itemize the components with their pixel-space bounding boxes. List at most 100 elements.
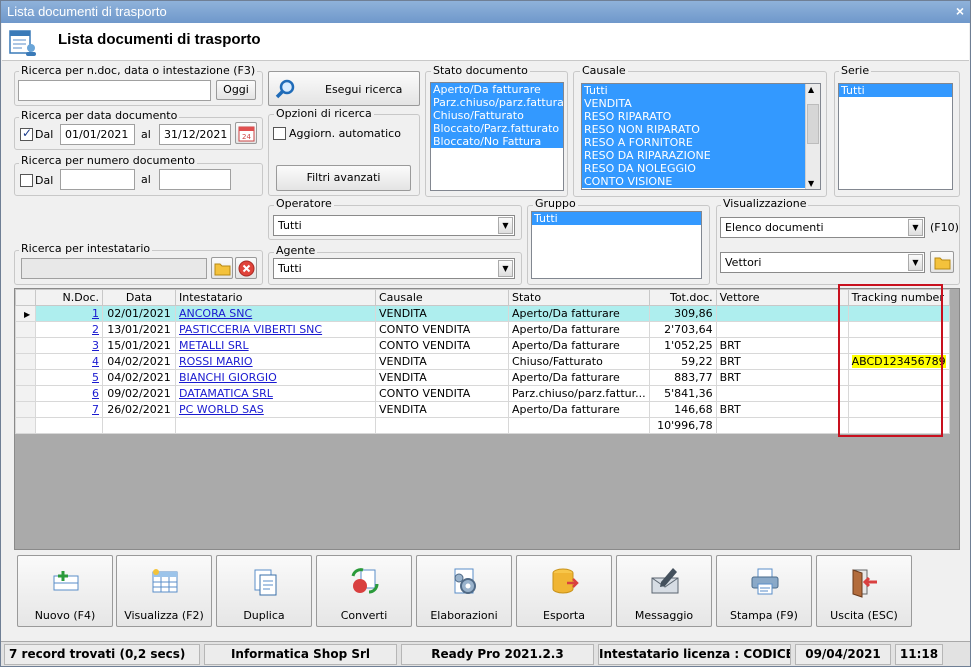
cell-intestatario[interactable]: DATAMATICA SRL: [175, 385, 376, 402]
cell-ndoc[interactable]: 5: [35, 369, 103, 386]
row-selector[interactable]: [15, 369, 36, 386]
holder-link[interactable]: ROSSI MARIO: [179, 355, 253, 368]
row-selector[interactable]: [15, 321, 36, 338]
list-item[interactable]: Tutti: [532, 212, 701, 225]
list-item[interactable]: Aperto/Da fatturare: [431, 83, 563, 96]
cell-ndoc[interactable]: 2: [35, 321, 103, 338]
holder-field[interactable]: [21, 258, 207, 279]
advanced-filters-button[interactable]: Filtri avanzati: [276, 165, 411, 191]
doc-number-link[interactable]: 7: [92, 403, 99, 416]
number-to-field[interactable]: [159, 169, 231, 190]
list-item[interactable]: Tutti: [839, 84, 952, 97]
list-item[interactable]: Tutti: [582, 84, 805, 97]
agent-select[interactable]: Tutti ▼: [273, 258, 515, 279]
list-item[interactable]: RESO DA RIPARAZIONE: [582, 149, 805, 162]
table-row[interactable]: 2 13/01/2021 PASTICCERIA VIBERTI SNC CONTO …: [15, 321, 950, 338]
messaggio-button[interactable]: Messaggio: [616, 555, 712, 627]
holder-link[interactable]: METALLI SRL: [179, 339, 249, 352]
holder-link[interactable]: DATAMATICA SRL: [179, 387, 273, 400]
col-ndoc[interactable]: N.Doc.: [35, 289, 103, 306]
date-filter-checkbox[interactable]: [20, 126, 33, 141]
cell-intestatario[interactable]: PC WORLD SAS: [175, 401, 376, 418]
documents-grid[interactable]: N.Doc. Data Intestatario Causale Stato T…: [14, 288, 960, 550]
search-button[interactable]: Esegui ricerca: [268, 71, 420, 106]
table-row[interactable]: 5 04/02/2021 BIANCHI GIORGIO VENDITA Aperto/…: [15, 369, 950, 386]
doc-number-link[interactable]: 5: [92, 371, 99, 384]
list-item[interactable]: Parz.chiuso/parz.fatturato: [431, 96, 563, 109]
holder-link[interactable]: PC WORLD SAS: [179, 403, 264, 416]
chevron-down-icon[interactable]: ▼: [498, 217, 513, 234]
list-item[interactable]: RESO RIPARATO: [582, 110, 805, 123]
carrier-select[interactable]: Vettori ▼: [720, 252, 925, 273]
col-totdoc[interactable]: Tot.doc.: [648, 289, 717, 306]
list-item[interactable]: Chiuso/Fatturato: [431, 109, 563, 122]
esporta-button[interactable]: Esporta: [516, 555, 612, 627]
table-row[interactable]: 7 26/02/2021 PC WORLD SAS VENDITA Aperto/Da …: [15, 401, 950, 418]
auto-refresh-checkbox[interactable]: [273, 127, 286, 140]
cell-ndoc[interactable]: 7: [35, 401, 103, 418]
col-stato[interactable]: Stato: [508, 289, 650, 306]
col-vettore[interactable]: Vettore: [715, 289, 849, 306]
cell-intestatario[interactable]: ROSSI MARIO: [175, 353, 376, 370]
serie-list[interactable]: Tutti: [838, 83, 953, 190]
cell-ndoc[interactable]: 6: [35, 385, 103, 402]
row-selector[interactable]: [15, 401, 36, 418]
cell-ndoc[interactable]: 4: [35, 353, 103, 370]
row-selector[interactable]: [15, 385, 36, 402]
doc-number-link[interactable]: 3: [92, 339, 99, 352]
elaborazioni-button[interactable]: Elaborazioni: [416, 555, 512, 627]
col-causale[interactable]: Causale: [375, 289, 509, 306]
holder-clear-button[interactable]: [235, 257, 257, 279]
doc-number-link[interactable]: 4: [92, 355, 99, 368]
document-status-list[interactable]: Aperto/Da fatturare Parz.chiuso/parz.fatt…: [430, 82, 564, 191]
list-item[interactable]: RESO NON RIPARATO: [582, 123, 805, 136]
table-row[interactable]: 4 04/02/2021 ROSSI MARIO VENDITA Chiuso/Fatt…: [15, 353, 950, 370]
stampa-button[interactable]: Stampa (F9): [716, 555, 812, 627]
search-input[interactable]: [18, 80, 211, 101]
close-icon[interactable]: ×: [956, 3, 964, 19]
table-row[interactable]: ▶ 1 02/01/2021 ANCORA SNC VENDITA Aperto/Da f…: [15, 305, 950, 322]
scroll-up-icon[interactable]: ▲: [808, 85, 814, 94]
table-row[interactable]: 6 09/02/2021 DATAMATICA SRL CONTO VENDITA Pa…: [15, 385, 950, 402]
col-data[interactable]: Data: [102, 289, 176, 306]
doc-number-link[interactable]: 2: [92, 323, 99, 336]
view-select[interactable]: Elenco documenti ▼: [720, 217, 925, 238]
cell-intestatario[interactable]: METALLI SRL: [175, 337, 376, 354]
calendar-button[interactable]: 24: [235, 122, 257, 144]
date-from-field[interactable]: 01/01/2021: [60, 124, 135, 145]
row-selector[interactable]: [15, 337, 36, 354]
date-to-field[interactable]: 31/12/2021: [159, 124, 231, 145]
duplica-button[interactable]: Duplica: [216, 555, 312, 627]
carrier-folder-button[interactable]: [930, 251, 954, 273]
converti-button[interactable]: Converti: [316, 555, 412, 627]
row-selector[interactable]: ▶: [15, 305, 36, 322]
causale-scrollbar[interactable]: ▲ ▼: [805, 84, 820, 189]
cell-intestatario[interactable]: ANCORA SNC: [175, 305, 376, 322]
table-row[interactable]: 3 15/01/2021 METALLI SRL CONTO VENDITA Apert…: [15, 337, 950, 354]
holder-link[interactable]: ANCORA SNC: [179, 307, 252, 320]
list-item[interactable]: Bloccato/No Fattura: [431, 135, 563, 148]
number-from-field[interactable]: [60, 169, 135, 190]
cell-intestatario[interactable]: PASTICCERIA VIBERTI SNC: [175, 321, 376, 338]
visualizza-button[interactable]: Visualizza (F2): [116, 555, 212, 627]
list-item[interactable]: CONTO VISIONE: [582, 175, 805, 188]
chevron-down-icon[interactable]: ▼: [498, 260, 513, 277]
col-intestatario[interactable]: Intestatario: [175, 289, 376, 306]
gruppo-list[interactable]: Tutti: [531, 211, 702, 279]
doc-number-link[interactable]: 1: [92, 307, 99, 320]
list-item[interactable]: VENDITA: [582, 97, 805, 110]
chevron-down-icon[interactable]: ▼: [908, 219, 923, 236]
causale-list[interactable]: Tutti VENDITA RESO RIPARATO RESO NON RIPARA…: [581, 83, 821, 190]
holder-link[interactable]: PASTICCERIA VIBERTI SNC: [179, 323, 322, 336]
scroll-down-icon[interactable]: ▼: [808, 179, 814, 188]
nuovo-button[interactable]: Nuovo (F4): [17, 555, 113, 627]
row-selector[interactable]: [15, 353, 36, 370]
scroll-thumb[interactable]: [807, 104, 819, 144]
doc-number-link[interactable]: 6: [92, 387, 99, 400]
number-filter-checkbox[interactable]: [20, 174, 33, 187]
cell-ndoc[interactable]: 3: [35, 337, 103, 354]
list-item[interactable]: Bloccato/Parz.fatturato: [431, 122, 563, 135]
uscita-button[interactable]: Uscita (ESC): [816, 555, 912, 627]
holder-folder-button[interactable]: [211, 257, 233, 279]
list-item[interactable]: RESO DA NOLEGGIO: [582, 162, 805, 175]
